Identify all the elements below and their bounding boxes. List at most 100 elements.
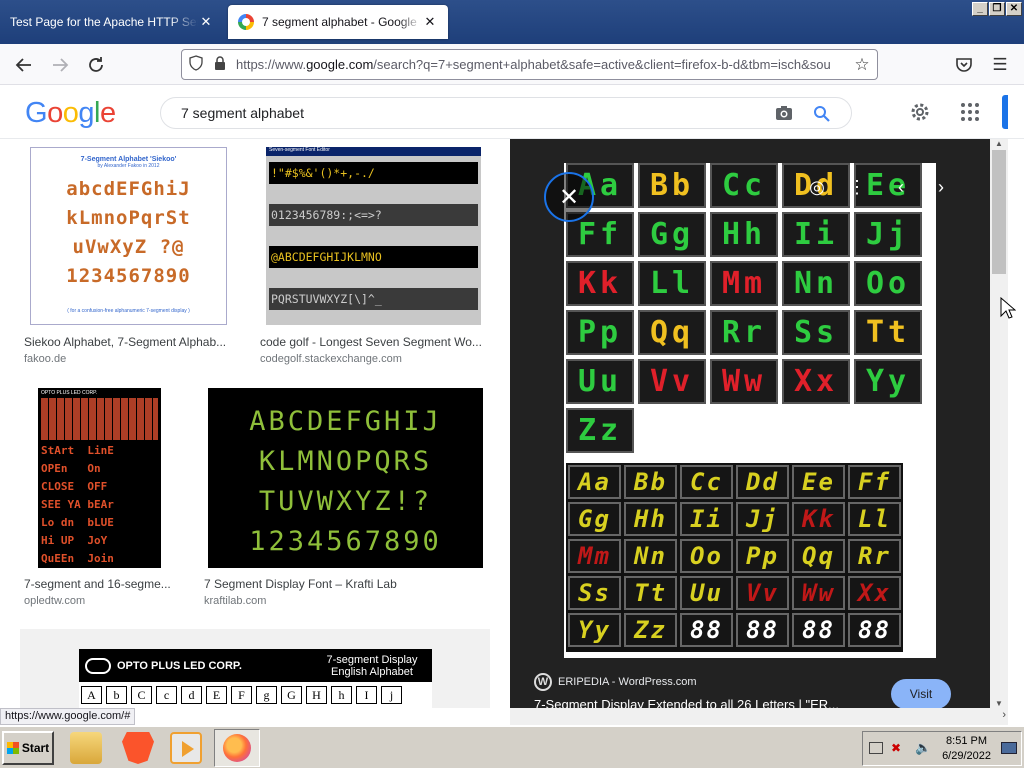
- security-alert-icon[interactable]: ✖: [891, 741, 901, 755]
- segment-glyph: Ww: [792, 576, 845, 610]
- result-source[interactable]: kraftilab.com: [204, 595, 266, 607]
- image-result-card[interactable]: 7-Segment Alphabet 'Siekoo' by Alexander…: [20, 139, 238, 374]
- close-tab-icon[interactable]: ✕: [198, 14, 214, 30]
- segment-glyph: Qq: [638, 310, 706, 355]
- tab-apache-test-page[interactable]: Test Page for the Apache HTTP Server ✕: [0, 5, 224, 39]
- thumb-title: OPTO PLUS LED CORP.: [41, 390, 98, 396]
- logo-letter: e: [99, 97, 116, 129]
- bookmark-star-icon[interactable]: ☆: [847, 55, 877, 75]
- show-desktop-icon[interactable]: [1001, 742, 1017, 754]
- file-explorer-icon[interactable]: [70, 732, 102, 764]
- window-controls: _ ❐ ✕: [972, 2, 1022, 16]
- segment-glyph: Ii: [680, 502, 733, 536]
- clock[interactable]: 8:51 PM 6/29/2022: [942, 734, 991, 764]
- scroll-up-icon[interactable]: ▲: [990, 139, 1008, 148]
- result-source[interactable]: opledtw.com: [24, 595, 85, 607]
- close-tab-icon[interactable]: ✕: [422, 14, 438, 30]
- segment-glyph: Gg: [638, 212, 706, 257]
- thumb-row: @ABCDEFGHIJKLMNO: [269, 246, 478, 268]
- navigation-bar: https://www.google.com/search?q=7+segmen…: [0, 44, 1024, 85]
- result-source[interactable]: fakoo.de: [24, 353, 66, 365]
- more-options-icon[interactable]: ⋮: [842, 172, 872, 202]
- image-result-card[interactable]: OPTO PLUS LED CORP. 7-segment Display En…: [20, 629, 490, 708]
- thumb-letter: E: [206, 686, 227, 704]
- segment-glyph: Bb: [624, 465, 677, 499]
- result-title[interactable]: code golf - Longest Seven Segment Wo...: [260, 335, 488, 349]
- opto-logo-icon: [85, 657, 111, 674]
- back-arrow-icon[interactable]: [12, 53, 36, 77]
- preview-row: Aa Bb Cc Dd Ee Ff: [568, 465, 901, 499]
- result-thumbnail[interactable]: ABCDEFGHIJ KLMNOPQRS TUVWXYZ!? 1234567890: [208, 388, 483, 568]
- search-input[interactable]: [181, 105, 741, 121]
- scrollbar-thumb[interactable]: [992, 150, 1006, 274]
- segment-glyph: Ss: [782, 310, 850, 355]
- segment-glyph: Aa: [568, 465, 621, 499]
- result-title[interactable]: 7-segment and 16-segme...: [24, 577, 184, 591]
- pocket-icon[interactable]: [952, 53, 976, 77]
- horizontal-scrollbar[interactable]: ›: [510, 708, 1008, 725]
- google-logo[interactable]: Google: [25, 97, 116, 130]
- result-thumbnail[interactable]: OPTO PLUS LED CORP. StArt LinE OPEn On CLO…: [38, 388, 161, 568]
- thumb-row: CLOSE OFF: [41, 480, 108, 493]
- image-results: 7-Segment Alphabet 'Siekoo' by Alexander…: [0, 139, 510, 708]
- camera-search-icon[interactable]: [775, 105, 793, 124]
- previous-image-icon[interactable]: ‹: [886, 172, 916, 202]
- settings-gear-icon[interactable]: [909, 101, 931, 126]
- thumb-row: Lo dn bLUE: [41, 516, 114, 529]
- visit-button[interactable]: Visit: [891, 679, 951, 709]
- search-icon[interactable]: [813, 105, 831, 126]
- thumb-letter: F: [231, 686, 252, 704]
- start-button[interactable]: Start: [2, 731, 54, 765]
- scroll-right-icon[interactable]: ›: [1002, 709, 1006, 721]
- shield-icon[interactable]: [182, 55, 210, 74]
- brave-browser-icon[interactable]: [122, 732, 154, 764]
- result-source[interactable]: codegolf.stackexchange.com: [260, 353, 402, 365]
- thumb-row: ABCDEFGHIJ: [249, 406, 442, 437]
- close-preview-icon[interactable]: ✕: [544, 172, 594, 222]
- network-icon[interactable]: [869, 742, 883, 754]
- preview-site[interactable]: W ERIPEDIA - WordPress.com: [534, 673, 697, 691]
- segment-glyph: Vv: [638, 359, 706, 404]
- result-thumbnail[interactable]: 7-Segment Alphabet 'Siekoo' by Alexander…: [30, 147, 227, 325]
- media-player-icon[interactable]: [170, 732, 202, 764]
- segment-glyph: Yy: [568, 613, 621, 647]
- thumb-rows: abcdEFGhiJ kLmnoPqrSt uVwXyZ ?@ 1234567890: [31, 175, 226, 291]
- lock-icon[interactable]: [210, 55, 230, 74]
- logo-letter: G: [25, 97, 48, 129]
- segment-glyph: Cc: [710, 163, 778, 208]
- lens-search-icon[interactable]: ◎: [802, 172, 832, 202]
- scroll-down-icon[interactable]: ▼: [990, 699, 1008, 708]
- apps-grid-icon[interactable]: [960, 102, 980, 125]
- result-thumbnail[interactable]: OPTO PLUS LED CORP. 7-segment Display En…: [79, 649, 432, 708]
- segment-glyph: Hh: [624, 502, 677, 536]
- close-window-button[interactable]: ✕: [1006, 2, 1022, 16]
- sign-in-button[interactable]: [1002, 95, 1008, 129]
- volume-icon[interactable]: 🔈: [915, 740, 931, 756]
- url-prefix: https://www.: [236, 57, 307, 72]
- thumb-letter: G: [281, 686, 302, 704]
- reload-icon[interactable]: [84, 53, 108, 77]
- image-result-card[interactable]: Seven-segment Font Editor !"#$%&'()*+,-.…: [256, 139, 492, 374]
- result-title[interactable]: Siekoo Alphabet, 7-Segment Alphab...: [24, 335, 234, 349]
- thumb-letter: d: [181, 686, 202, 704]
- hamburger-menu-icon[interactable]: ☰: [988, 53, 1012, 77]
- segment-glyph: Hh: [710, 212, 778, 257]
- tab-google-search[interactable]: 7 segment alphabet - Google Search ✕: [228, 5, 448, 39]
- tab-strip: Test Page for the Apache HTTP Server ✕ 7…: [0, 0, 1024, 44]
- preview-image[interactable]: Aa Bb Cc Dd Ee Ff Gg Hh Ii Jj Kk Ll Mm Nn Oo Pp Qq Rr Ss Tt…: [534, 163, 936, 658]
- url-bar[interactable]: https://www.google.com/search?q=7+segmen…: [181, 49, 878, 80]
- segment-glyph: Pp: [566, 310, 634, 355]
- forward-arrow-icon[interactable]: [48, 53, 72, 77]
- image-result-card[interactable]: ABCDEFGHIJ KLMNOPQRS TUVWXYZ!? 1234567890 7…: [200, 379, 492, 609]
- page-edge: [1000, 139, 1024, 708]
- image-result-card[interactable]: OPTO PLUS LED CORP. StArt LinE OPEn On CLO…: [20, 379, 190, 609]
- preview-row: Mm Nn Oo Pp Qq Rr: [568, 539, 901, 573]
- minimize-button[interactable]: _: [972, 2, 988, 16]
- firefox-taskbar-button[interactable]: [214, 729, 260, 767]
- result-title[interactable]: 7 Segment Display Font – Krafti Lab: [204, 577, 484, 591]
- restore-button[interactable]: ❐: [989, 2, 1005, 16]
- result-thumbnail[interactable]: Seven-segment Font Editor !"#$%&'()*+,-.…: [266, 147, 481, 325]
- search-box: [160, 97, 852, 129]
- thumb-subtitle: by Alexander Fakoo in 2012: [97, 163, 160, 169]
- next-image-icon[interactable]: ›: [926, 172, 956, 202]
